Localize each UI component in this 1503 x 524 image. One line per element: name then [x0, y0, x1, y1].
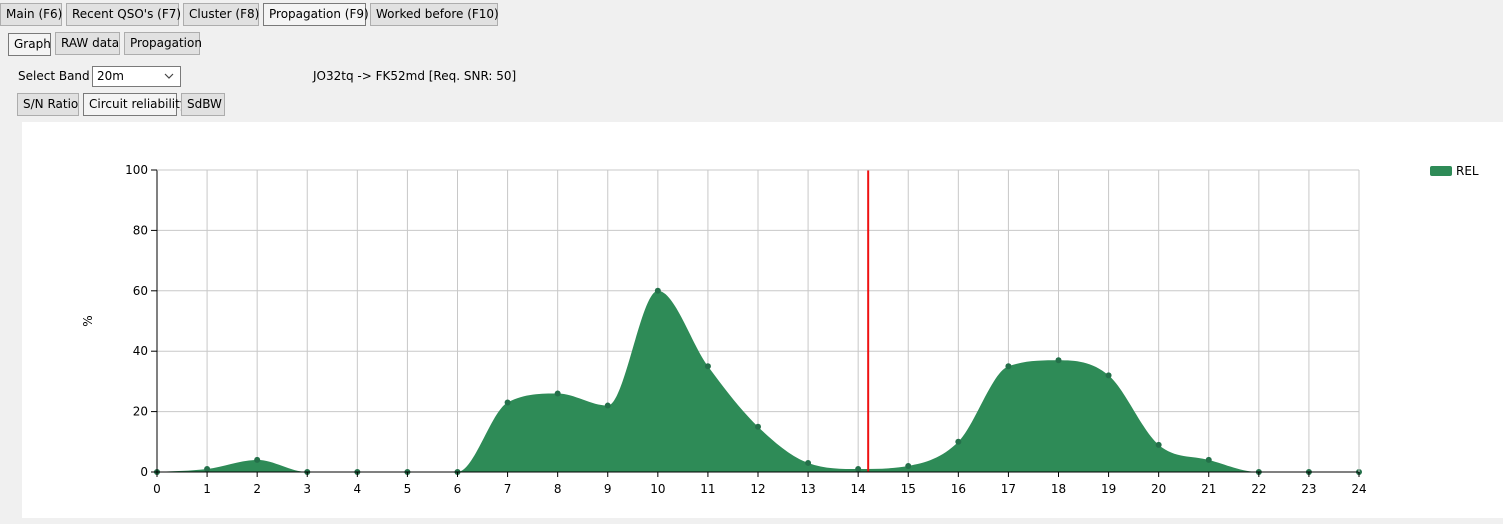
- path-info: JO32tq -> FK52md [Req. SNR: 50]: [313, 69, 517, 83]
- x-tick-label: 8: [554, 482, 562, 496]
- y-tick-label: 40: [133, 344, 148, 358]
- data-point: [654, 287, 661, 294]
- data-point: [955, 438, 962, 445]
- x-tick-label: 12: [750, 482, 765, 496]
- data-point: [1055, 357, 1062, 364]
- data-point: [905, 462, 912, 469]
- tab-propagation[interactable]: Propagation (F9): [263, 3, 369, 26]
- data-point: [704, 363, 711, 370]
- x-tick-label: 23: [1301, 482, 1316, 496]
- chart-panel: 0 1 2 3 4 5 6 7 8 9 10 11 12 13 14 15 16 17 18 19 20 21 22 23 24…: [22, 122, 1503, 518]
- data-point: [1155, 441, 1162, 448]
- x-tick-label: 7: [504, 482, 512, 496]
- select-band-label: Select Band: [18, 69, 90, 83]
- data-point: [805, 459, 812, 466]
- x-tick-label: 0: [153, 482, 161, 496]
- x-tick-label: 1: [203, 482, 211, 496]
- tab-recent-qsos[interactable]: Recent QSO's (F7): [66, 3, 181, 26]
- y-tick-label: 20: [133, 405, 148, 419]
- band-select-value: 20m: [97, 69, 124, 83]
- x-tick-label: 10: [650, 482, 665, 496]
- legend-swatch: [1430, 166, 1452, 176]
- band-select[interactable]: 20m: [92, 66, 181, 87]
- x-tick-label: 5: [404, 482, 412, 496]
- data-point: [204, 465, 211, 472]
- sn-ratio-button[interactable]: S/N Ratio: [17, 93, 79, 116]
- data-point: [554, 390, 561, 397]
- sdbw-button[interactable]: SdBW: [181, 93, 225, 116]
- data-point: [1005, 363, 1012, 370]
- data-point: [755, 423, 761, 430]
- data-point: [604, 402, 611, 409]
- reliability-chart: 0 1 2 3 4 5 6 7 8 9 10 11 12 13 14 15 16 17 18 19 20 21 22 23 24…: [81, 163, 1367, 496]
- x-tick-label: 19: [1101, 482, 1116, 496]
- y-axis-label: %: [81, 315, 95, 326]
- x-tick-label: 17: [1001, 482, 1016, 496]
- x-tick-label: 6: [454, 482, 462, 496]
- subtab-raw-data[interactable]: RAW data: [55, 32, 120, 55]
- subtab-graph[interactable]: Graph: [8, 33, 51, 56]
- x-tick-label: 24: [1351, 482, 1366, 496]
- y-tick-label: 60: [133, 284, 148, 298]
- data-point: [1105, 372, 1112, 379]
- data-point: [254, 456, 261, 463]
- chevron-down-icon: [164, 73, 174, 79]
- y-tick-label: 100: [125, 163, 148, 177]
- x-tick-label: 22: [1251, 482, 1266, 496]
- x-tick-label: 11: [700, 482, 715, 496]
- x-tick-label: 20: [1151, 482, 1166, 496]
- data-point: [1205, 456, 1212, 463]
- x-tick-label: 14: [851, 482, 866, 496]
- y-tick-label: 0: [140, 465, 148, 479]
- tab-cluster[interactable]: Cluster (F8): [183, 3, 259, 26]
- x-tick-label: 3: [303, 482, 311, 496]
- x-tick-label: 16: [951, 482, 966, 496]
- x-tick-label: 15: [901, 482, 916, 496]
- data-point: [855, 465, 862, 472]
- x-tick-label: 2: [253, 482, 261, 496]
- y-tick-label: 80: [133, 223, 148, 237]
- x-tick-label: 4: [354, 482, 362, 496]
- circuit-reliability-button[interactable]: Circuit reliability: [83, 93, 187, 116]
- legend-label: REL: [1456, 164, 1479, 178]
- subtab-propagation[interactable]: Propagation: [124, 32, 202, 55]
- x-tick-label: 18: [1051, 482, 1066, 496]
- tab-main[interactable]: Main (F6): [0, 3, 62, 26]
- x-tick-label: 9: [604, 482, 612, 496]
- tab-worked-before[interactable]: Worked before (F10): [370, 3, 499, 26]
- x-tick-label: 13: [800, 482, 815, 496]
- data-point: [504, 399, 511, 406]
- x-tick-label: 21: [1201, 482, 1216, 496]
